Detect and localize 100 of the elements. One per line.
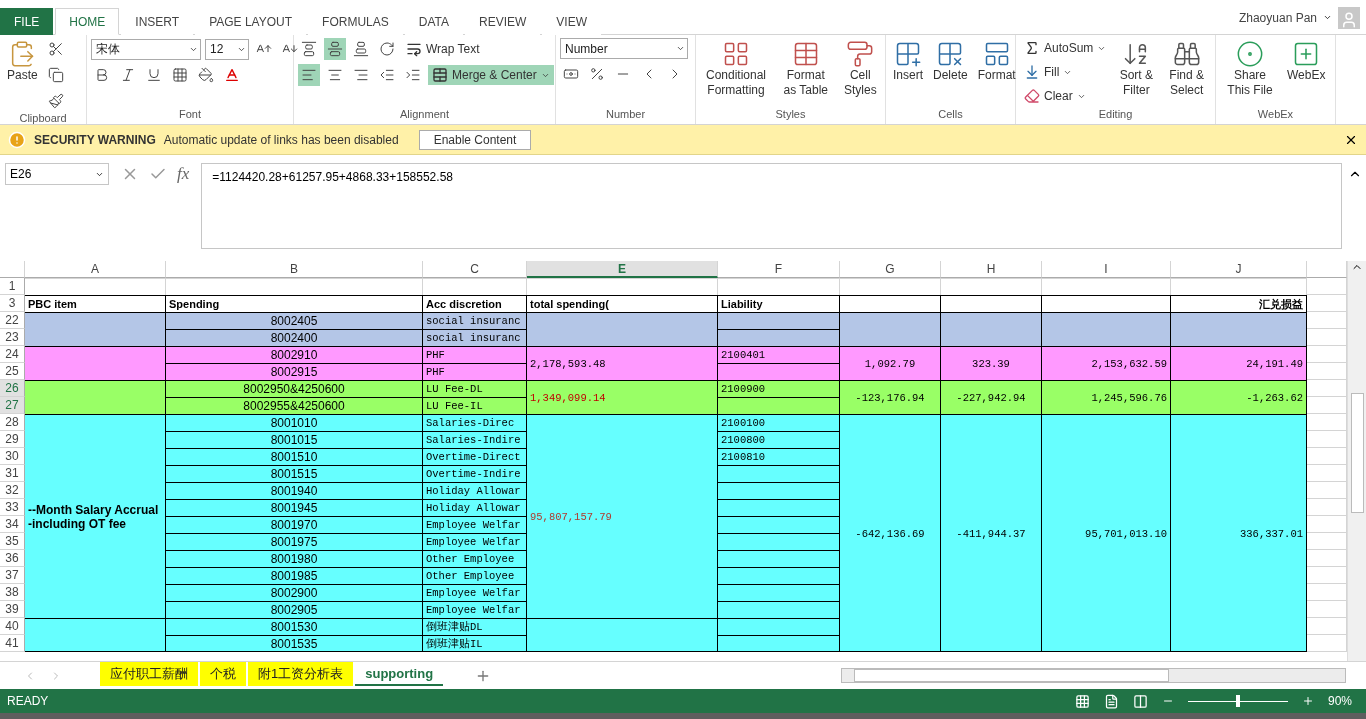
group-label: WebEx (1256, 108, 1295, 122)
style-button[interactable]: Cell Styles (839, 38, 881, 108)
group-label: Number (604, 108, 647, 122)
column-header[interactable]: G (840, 261, 941, 278)
sheet-tab[interactable]: 附1工资分析表 (248, 662, 354, 686)
vertical-scrollbar[interactable] (1347, 261, 1366, 661)
value-cell: 24,191.49 (1246, 356, 1303, 371)
align-middle-icon[interactable] (324, 38, 346, 60)
row-header[interactable]: 32 (0, 482, 25, 499)
row-header[interactable]: 34 (0, 516, 25, 533)
paste-button[interactable]: Paste (4, 38, 41, 112)
circle-icon (1236, 40, 1264, 68)
autosum-button[interactable]: AutoSum (1020, 38, 1111, 58)
description-cell: 倒班津贴DL (426, 620, 483, 634)
row-header[interactable]: 27 (0, 397, 25, 414)
row-header[interactable]: 38 (0, 584, 25, 601)
name-box[interactable]: E26 (5, 163, 109, 185)
code-cell: 8002905 (270, 603, 318, 617)
row-header[interactable]: 22 (0, 312, 25, 329)
row-header[interactable]: 23 (0, 329, 25, 346)
row-header[interactable]: 1 (0, 278, 25, 295)
row-header[interactable]: 40 (0, 618, 25, 635)
account-cell: 2100100 (721, 416, 766, 430)
font-size-field[interactable]: 12 (205, 38, 249, 60)
scroll-thumb[interactable] (1350, 393, 1364, 513)
row-header[interactable]: 3 (0, 295, 25, 312)
code-cell: 8001945 (270, 501, 318, 515)
table-cell (1307, 397, 1347, 414)
row-header[interactable]: 28 (0, 414, 25, 431)
number-format-field[interactable]: Number (560, 38, 688, 59)
security-warning-title: SECURITY WARNING (34, 132, 156, 147)
row-header[interactable]: 37 (0, 567, 25, 584)
normal-view-icon[interactable] (1074, 693, 1090, 709)
zoom-in-icon[interactable] (1301, 695, 1314, 707)
code-cell: 8002915 (270, 365, 318, 379)
column-header[interactable]: B (166, 261, 423, 278)
sheet-tab[interactable]: 应付职工薪酬 (100, 662, 198, 686)
style-button[interactable]: Conditional Formatting (700, 38, 772, 108)
cells-button[interactable]: Delete (930, 38, 971, 108)
row-header[interactable]: 36 (0, 550, 25, 567)
column-header[interactable]: H (941, 261, 1042, 278)
column-header[interactable]: F (718, 261, 840, 278)
code-cell: 8002400 (270, 331, 318, 345)
code-cell: 8001535 (270, 637, 318, 651)
paint-roller-icon (846, 40, 875, 68)
code-cell: 8001015 (270, 433, 318, 447)
zoom-slider-thumb[interactable] (1235, 695, 1240, 707)
account-cell: 2100900 (721, 382, 766, 396)
editing-button[interactable]: Sort & Filter (1114, 38, 1159, 108)
row-header[interactable]: 41 (0, 635, 25, 652)
column-header[interactable]: J (1171, 261, 1307, 278)
code-cell: 8001970 (270, 518, 318, 532)
file-tab[interactable]: FILE (0, 8, 54, 35)
row-header[interactable]: 25 (0, 363, 25, 380)
status-text: READY (7, 694, 49, 708)
row-header[interactable]: 31 (0, 465, 25, 482)
row-header[interactable]: 29 (0, 431, 25, 448)
column-header[interactable]: E (527, 261, 718, 278)
value-cell: -123,176.94 (855, 390, 925, 405)
fill-button[interactable]: Fill (1020, 62, 1111, 82)
row-header[interactable]: 30 (0, 448, 25, 465)
table-cell (1307, 499, 1347, 516)
formula-field[interactable]: =1124420.28+61257.95+4868.33+158552.58 (201, 163, 1342, 249)
style-button[interactable]: Format as Table (776, 38, 836, 108)
row-header[interactable]: 33 (0, 499, 25, 516)
sheet-tab[interactable]: 个税 (200, 662, 246, 686)
column-header[interactable]: C (423, 261, 527, 278)
align-left-icon[interactable] (298, 64, 320, 86)
table-cell (1307, 295, 1347, 312)
value-cell: -642,136.69 (855, 526, 925, 541)
enable-content-button[interactable]: Enable Content (418, 129, 532, 150)
group-label: Font (178, 108, 202, 122)
horizontal-scrollbar[interactable] (841, 668, 1346, 683)
row-header[interactable]: 35 (0, 533, 25, 550)
user-name[interactable]: Zhaoyuan Pan (1238, 10, 1317, 25)
webex-button[interactable]: Share This File (1220, 38, 1280, 108)
page-break-icon[interactable] (1132, 693, 1148, 709)
cells-button[interactable]: Insert (890, 38, 926, 108)
webex-button[interactable]: WebEx (1284, 38, 1329, 108)
editing-button[interactable]: Find & Select (1162, 38, 1211, 108)
grid-icon (722, 40, 750, 68)
row-header[interactable]: 24 (0, 346, 25, 363)
code-cell: 8002900 (270, 586, 318, 600)
wrap-text-button[interactable]: Wrap Text (402, 39, 484, 59)
description-cell: Salaries-Indire (426, 433, 521, 447)
page-layout-icon[interactable] (1103, 693, 1119, 709)
column-title: Liability (721, 297, 763, 311)
table-cell (1307, 414, 1347, 431)
row-header[interactable]: 26 (0, 380, 25, 397)
column-header[interactable]: A (25, 261, 166, 278)
ribbon-tab[interactable]: HOME (55, 8, 120, 35)
merge-center-button[interactable]: Merge & Center (428, 65, 554, 85)
cells-button[interactable]: Format (974, 38, 1019, 108)
column-header[interactable]: I (1042, 261, 1171, 278)
font-name-field[interactable]: 宋体 (91, 38, 201, 60)
clear-button[interactable]: Clear (1020, 86, 1111, 106)
zoom-level[interactable]: 90% (1327, 694, 1352, 708)
insert-function-button[interactable]: fx (177, 164, 190, 184)
row-header[interactable]: 39 (0, 601, 25, 618)
scroll-thumb[interactable] (854, 669, 1169, 682)
